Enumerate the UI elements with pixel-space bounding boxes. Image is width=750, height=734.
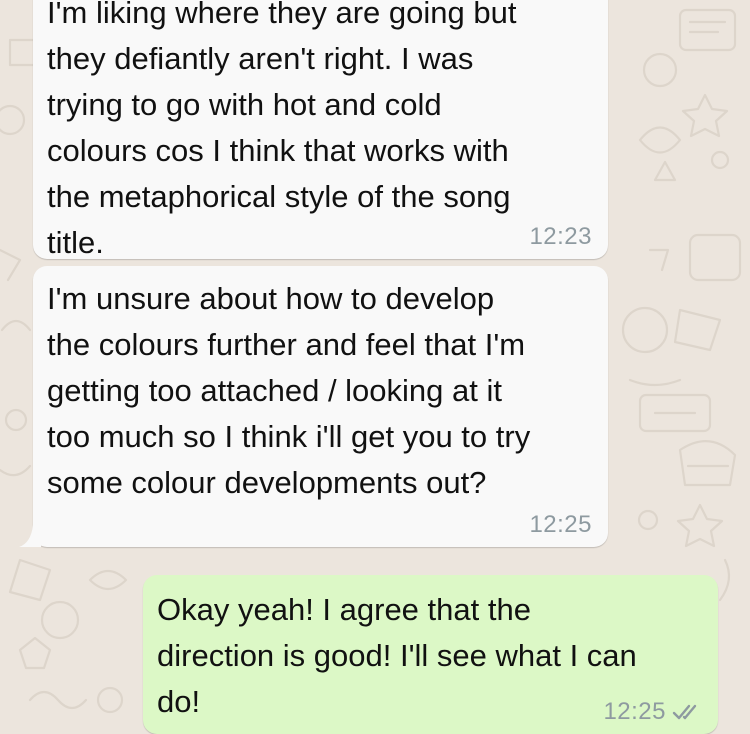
message-bubble-incoming[interactable]: I'm liking where they are going but they… (33, 0, 608, 260)
double-check-icon (672, 702, 702, 722)
message-bubble-incoming[interactable]: I'm unsure about how to develop the colo… (19, 266, 608, 547)
message-text: I'm liking where they are going but they… (47, 0, 517, 260)
message-timestamp: 12:25 (603, 698, 666, 725)
message-timestamp: 12:25 (529, 511, 592, 538)
message-meta: 12:23 (529, 225, 592, 249)
bubble-tail-icon (19, 525, 41, 547)
message-bubble-outgoing[interactable]: Okay yeah! I agree that the direction is… (143, 575, 718, 734)
message-meta: 12:25 (603, 700, 702, 724)
message-meta: 12:25 (529, 513, 592, 537)
message-text: I'm unsure about how to develop the colo… (47, 281, 531, 500)
message-timestamp: 12:23 (529, 223, 592, 250)
